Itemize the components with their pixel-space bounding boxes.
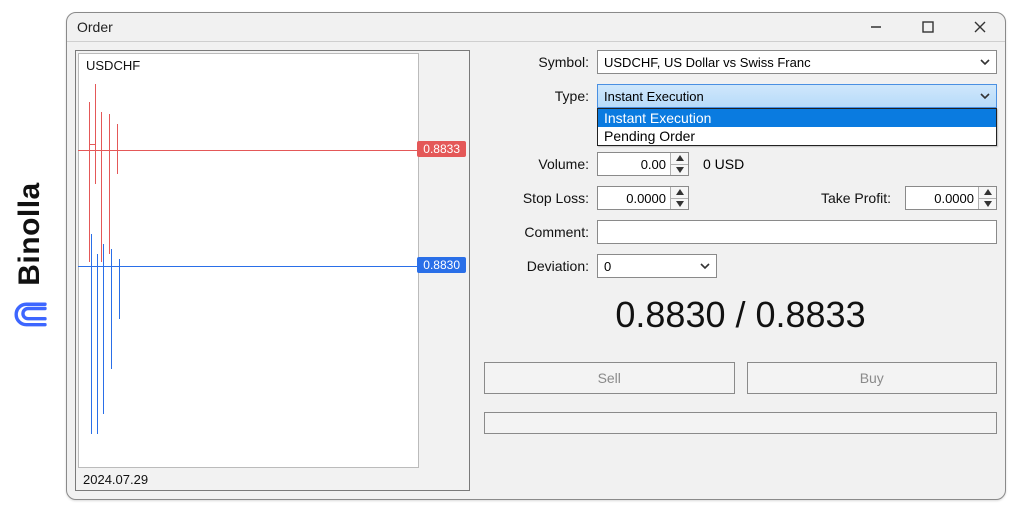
titlebar: Order	[67, 13, 1005, 42]
type-select[interactable]: Instant Execution	[597, 84, 997, 108]
type-option-instant[interactable]: Instant Execution	[598, 109, 996, 127]
volume-currency: 0 USD	[697, 156, 744, 172]
bid-ask-display: 0.8830 / 0.8833	[484, 294, 997, 336]
take-profit-down-button[interactable]	[979, 199, 996, 210]
deviation-value: 0	[604, 259, 611, 274]
bid-line	[78, 266, 419, 267]
stop-loss-label: Stop Loss:	[484, 190, 589, 206]
brand-name: Binolla	[13, 182, 47, 286]
window-title: Order	[77, 19, 113, 35]
chart-panel: USDCHF 0.8833 0.88	[75, 50, 470, 491]
stop-loss-input[interactable]: 0.0000	[597, 186, 689, 210]
volume-label: Volume:	[484, 156, 589, 172]
ask-line	[78, 150, 419, 151]
take-profit-label: Take Profit:	[821, 190, 897, 206]
deviation-label: Deviation:	[484, 258, 589, 274]
type-option-pending[interactable]: Pending Order	[598, 127, 996, 145]
comment-input[interactable]	[597, 220, 997, 244]
bid-price-tag: 0.8830	[417, 257, 466, 273]
volume-down-button[interactable]	[671, 165, 688, 176]
stop-loss-down-button[interactable]	[671, 199, 688, 210]
symbol-select[interactable]: USDCHF, US Dollar vs Swiss Franc	[597, 50, 997, 74]
chart-area: USDCHF	[78, 53, 419, 468]
volume-up-button[interactable]	[671, 153, 688, 165]
volume-input[interactable]: 0.00	[597, 152, 689, 176]
chart-date-label: 2024.07.29	[83, 472, 148, 487]
order-form: Symbol: USDCHF, US Dollar vs Swiss Franc…	[484, 50, 997, 491]
stop-loss-value: 0.0000	[598, 187, 670, 209]
chart-candles	[87, 84, 177, 467]
type-value: Instant Execution	[604, 89, 704, 104]
chart-symbol-label: USDCHF	[86, 58, 140, 73]
minimize-button[interactable]	[861, 17, 891, 37]
chevron-down-icon	[980, 55, 990, 70]
ask-price-tag: 0.8833	[417, 141, 466, 157]
symbol-label: Symbol:	[484, 54, 589, 70]
status-bar	[484, 412, 997, 434]
chevron-down-icon	[700, 259, 710, 274]
take-profit-up-button[interactable]	[979, 187, 996, 199]
maximize-button[interactable]	[913, 17, 943, 37]
comment-label: Comment:	[484, 224, 589, 240]
type-label: Type:	[484, 88, 589, 104]
buy-button[interactable]: Buy	[747, 362, 998, 394]
chevron-down-icon	[980, 89, 990, 104]
take-profit-value: 0.0000	[906, 187, 978, 209]
order-window: Order USDCHF	[66, 12, 1006, 500]
take-profit-input[interactable]: 0.0000	[905, 186, 997, 210]
stop-loss-up-button[interactable]	[671, 187, 688, 199]
close-button[interactable]	[965, 17, 995, 37]
brand-rail: Binolla	[0, 0, 60, 512]
volume-value: 0.00	[598, 153, 670, 175]
brand-logo-icon	[13, 296, 47, 330]
symbol-value: USDCHF, US Dollar vs Swiss Franc	[604, 55, 811, 70]
sell-button[interactable]: Sell	[484, 362, 735, 394]
type-dropdown-list: Instant Execution Pending Order	[597, 108, 997, 146]
deviation-select[interactable]: 0	[597, 254, 717, 278]
